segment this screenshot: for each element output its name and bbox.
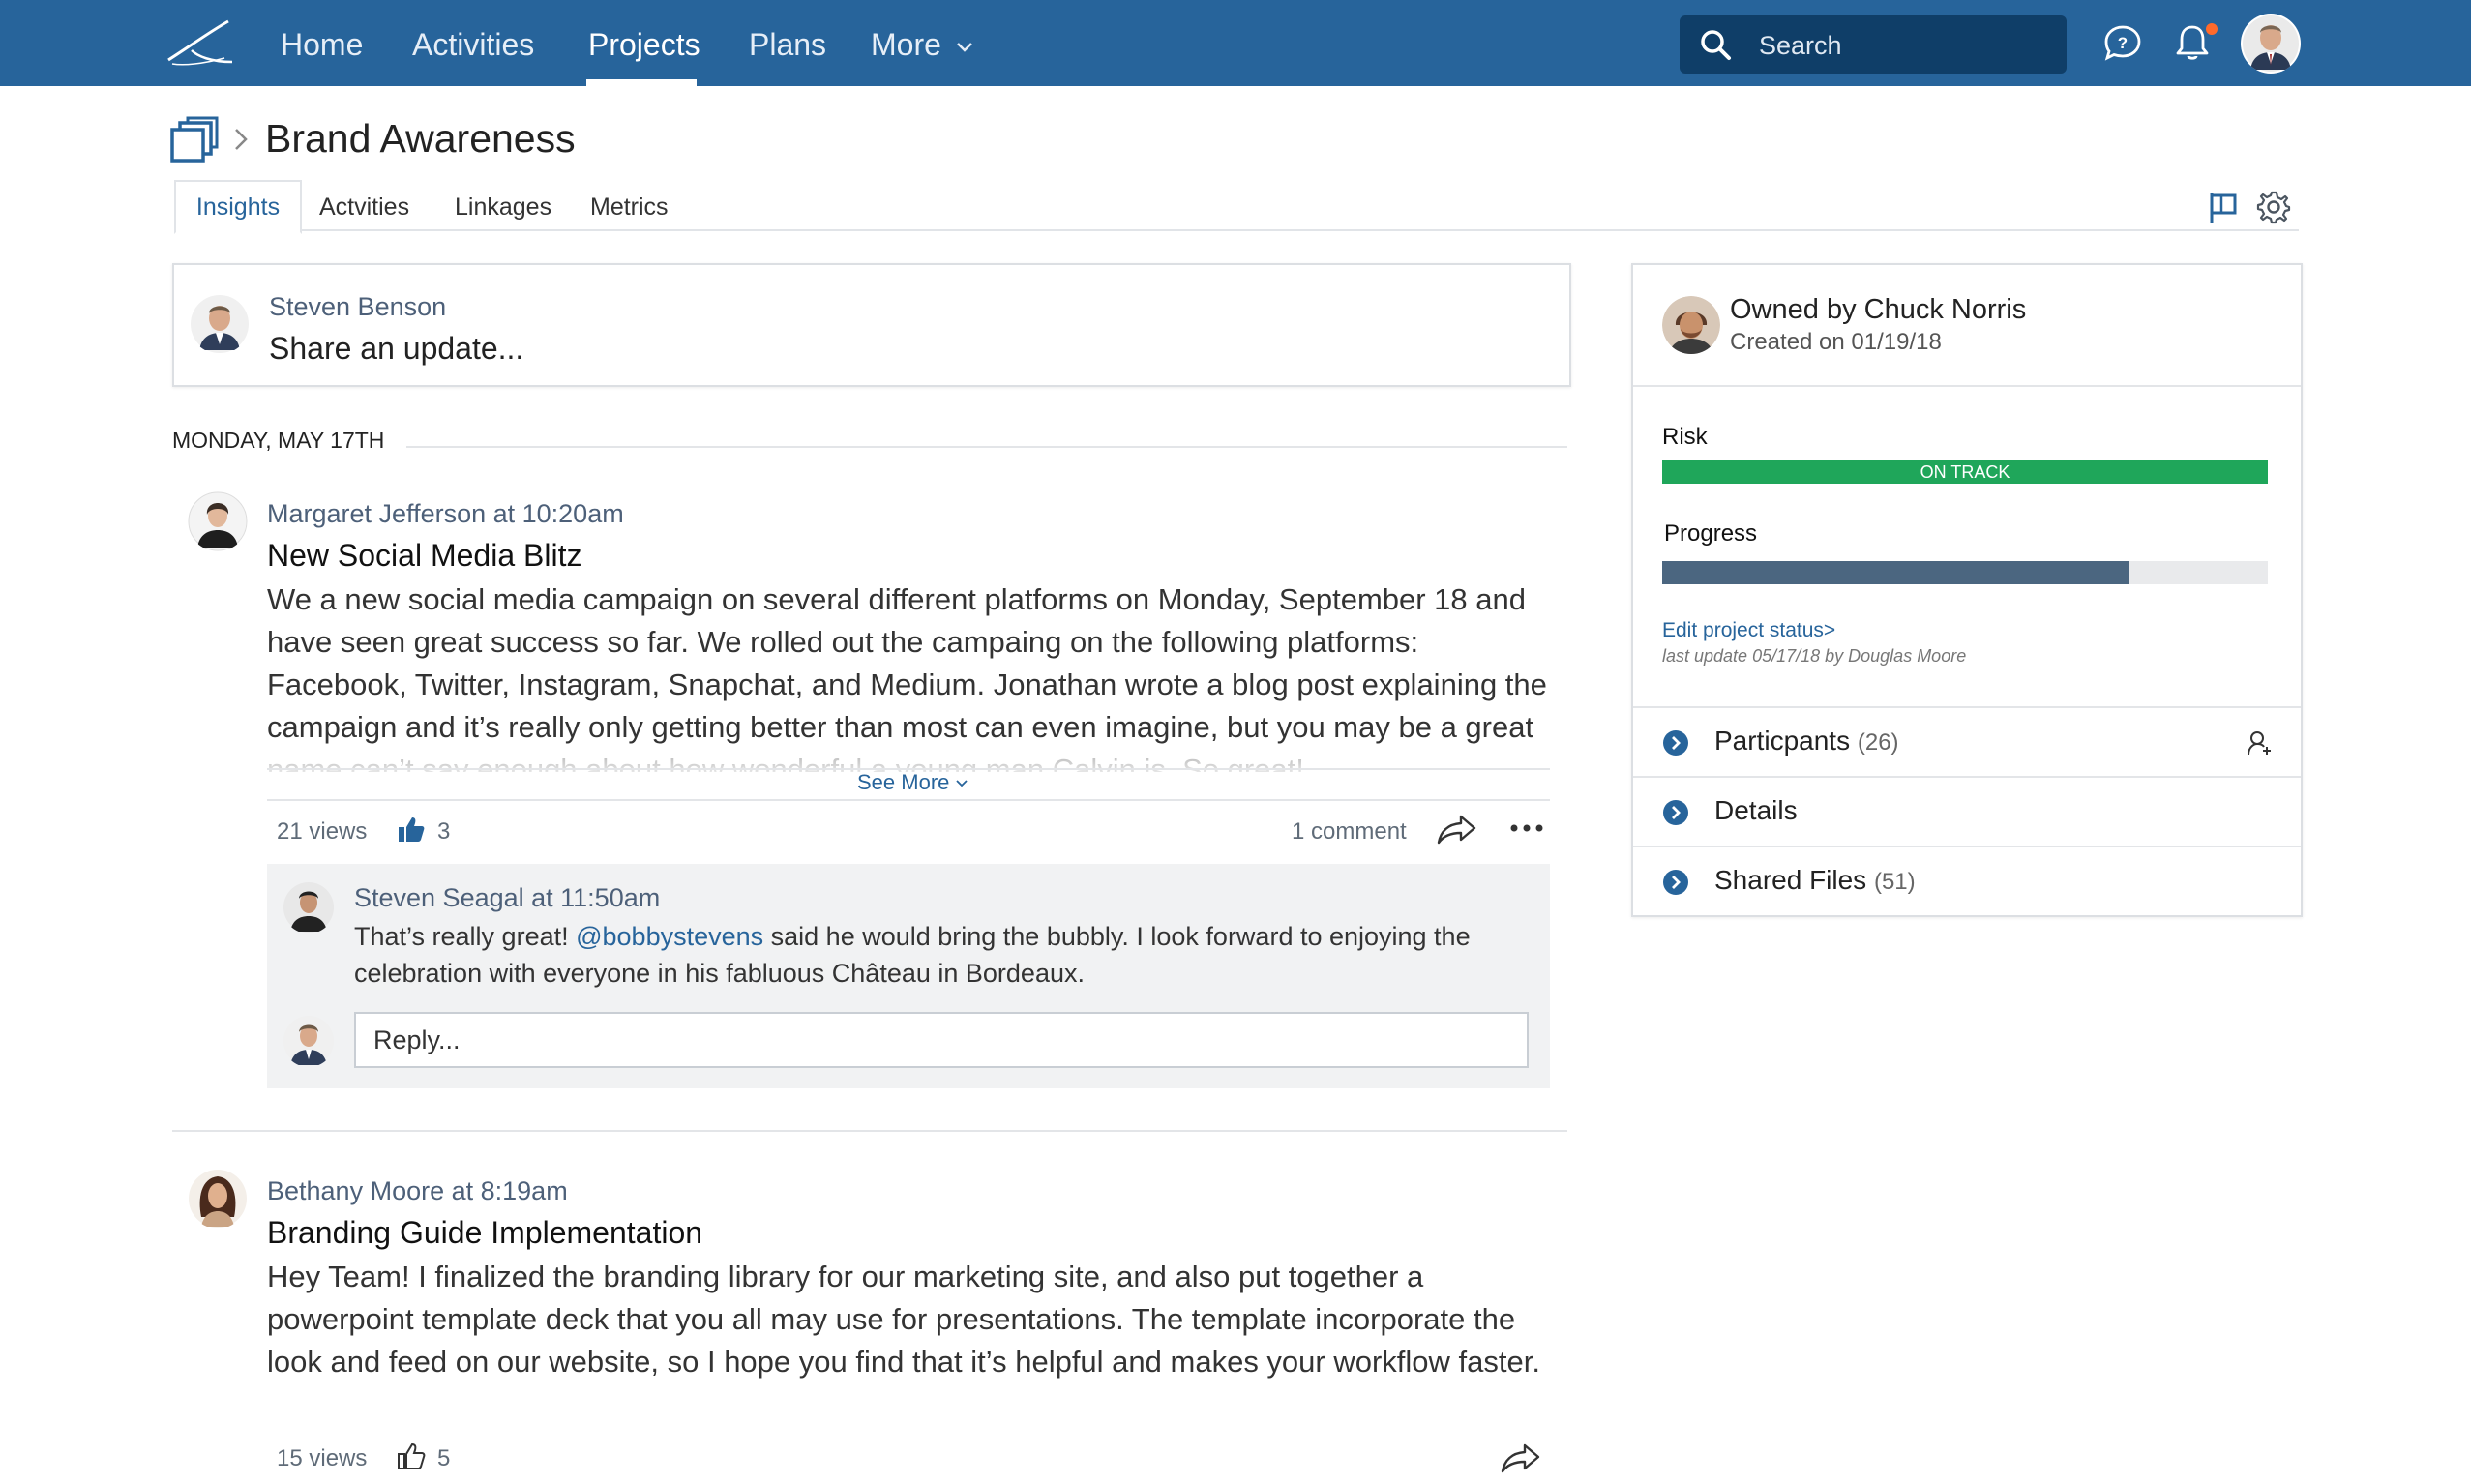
thumbs-up-filled-icon[interactable]: [397, 815, 426, 844]
details-label: Details: [1714, 795, 1798, 825]
owner-name: Owned by Chuck Norris: [1730, 294, 2027, 325]
shared-files-section[interactable]: Shared Files (51): [1633, 847, 2301, 915]
share-user-avatar: [190, 294, 250, 354]
participants-section[interactable]: Particpants (26): [1633, 708, 2301, 776]
tab-linkages[interactable]: Linkages: [455, 182, 551, 230]
thumbs-up-outline-icon[interactable]: [397, 1441, 426, 1470]
last-update-note: last update 05/17/18 by Douglas Moore: [1662, 646, 1967, 666]
share-user-name: Steven Benson: [269, 292, 447, 321]
participants-title: Particpants: [1714, 726, 1851, 756]
risk-label: Risk: [1662, 424, 1708, 450]
post-body: We a new social media campaign on severa…: [267, 582, 1547, 772]
post-likes-count: 3: [437, 818, 451, 845]
projects-stack-icon[interactable]: [170, 116, 219, 164]
progress-bar-fill: [1662, 561, 2129, 584]
date-divider: [406, 446, 1567, 448]
nav-activities[interactable]: Activities: [412, 0, 534, 86]
post-author-avatar: [188, 491, 248, 551]
progress-label: Progress: [1664, 520, 1758, 547]
created-date: Created on 01/19/18: [1730, 329, 1942, 355]
details-section[interactable]: Details: [1633, 778, 2301, 846]
progress-bar: [1662, 561, 2268, 584]
flag-icon[interactable]: [2206, 190, 2241, 224]
logo-icon[interactable]: [164, 17, 234, 72]
user-avatar-image: [2243, 15, 2299, 72]
reply-input[interactable]: [354, 1012, 1529, 1068]
nav-home[interactable]: Home: [281, 0, 363, 86]
share-arrow-icon[interactable]: [1436, 813, 1478, 846]
post-title: New Social Media Blitz: [267, 538, 582, 573]
chevron-right-circle-icon: [1663, 800, 1688, 825]
settings-gear-icon[interactable]: [2256, 190, 2291, 224]
comment-author-avatar: [283, 881, 335, 934]
stats-divider: [267, 799, 1550, 801]
chevron-right-circle-icon: [1663, 870, 1688, 895]
user-avatar[interactable]: [2241, 14, 2301, 74]
tab-metrics[interactable]: Metrics: [590, 182, 669, 230]
post-body: Hey Team! I finalized the branding libra…: [267, 1260, 1540, 1379]
owner-avatar: [1662, 296, 1720, 354]
nav-plans[interactable]: Plans: [749, 0, 826, 86]
comment-text: That’s really great! @bobbystevens said …: [354, 918, 1525, 992]
share-update-card[interactable]: Steven Benson Share an update...: [172, 263, 1571, 387]
chat-icon[interactable]: ?: [2101, 21, 2144, 64]
post-divider: [172, 1130, 1567, 1132]
shared-files-label: Shared Files (51): [1714, 865, 1916, 896]
post-author[interactable]: Bethany Moore at 8:19am: [267, 1176, 568, 1206]
nav-projects[interactable]: Projects: [588, 0, 700, 86]
post-comments-count[interactable]: 1 comment: [1292, 818, 1407, 846]
feed-date-label: MONDAY, MAY 17TH: [172, 428, 385, 453]
project-side-panel: Owned by Chuck Norris Created on 01/19/1…: [1631, 263, 2303, 917]
see-more-link[interactable]: See More: [857, 770, 968, 795]
svg-text:?: ?: [2118, 34, 2128, 52]
post-author[interactable]: Margaret Jefferson at 10:20am: [267, 499, 624, 529]
share-arrow-icon[interactable]: [1500, 1441, 1542, 1474]
nav-more[interactable]: More: [871, 0, 973, 86]
post-title: Branding Guide Implementation: [267, 1215, 703, 1250]
nav-active-indicator: [586, 79, 697, 86]
chevron-down-icon: [956, 42, 972, 52]
participants-label: Particpants (26): [1714, 726, 1899, 757]
add-participant-icon[interactable]: [2247, 729, 2274, 757]
tab-insights[interactable]: Insights: [174, 180, 302, 234]
risk-status-bar: ON TRACK: [1662, 460, 2268, 484]
notification-badge: [2206, 23, 2218, 35]
more-options-icon[interactable]: [1509, 822, 1544, 834]
comment-author[interactable]: Steven Seagal at 11:50am: [354, 883, 660, 913]
breadcrumb-chevron-icon: [235, 129, 248, 150]
search-icon: [1701, 30, 1731, 60]
post-likes-count: 5: [437, 1445, 451, 1471]
post-views: 21 views: [277, 818, 368, 845]
comment-mention-link[interactable]: @bobbystevens: [576, 922, 763, 951]
share-update-prompt[interactable]: Share an update...: [269, 331, 523, 367]
chevron-right-circle-icon: [1663, 730, 1688, 756]
participants-count: (26): [1857, 729, 1899, 756]
see-more-label: See More: [857, 770, 950, 794]
top-navbar: Home Activities Projects Plans More ?: [0, 0, 2471, 86]
search-box[interactable]: [1680, 15, 2067, 74]
post-author-avatar: [188, 1169, 248, 1229]
side-divider: [1633, 385, 2301, 387]
page-title: Brand Awareness: [265, 116, 576, 161]
shared-files-title: Shared Files: [1714, 865, 1867, 895]
reply-user-avatar: [283, 1015, 335, 1067]
search-input[interactable]: [1757, 25, 2051, 66]
comment-text-before: That’s really great!: [354, 922, 577, 951]
post-views: 15 views: [277, 1445, 368, 1471]
tab-activities[interactable]: Actvities: [319, 182, 409, 230]
nav-more-label: More: [871, 27, 941, 62]
shared-files-count: (51): [1873, 869, 1916, 895]
chevron-down-icon: [955, 780, 968, 787]
edit-project-status-link[interactable]: Edit project status>: [1662, 619, 1835, 642]
